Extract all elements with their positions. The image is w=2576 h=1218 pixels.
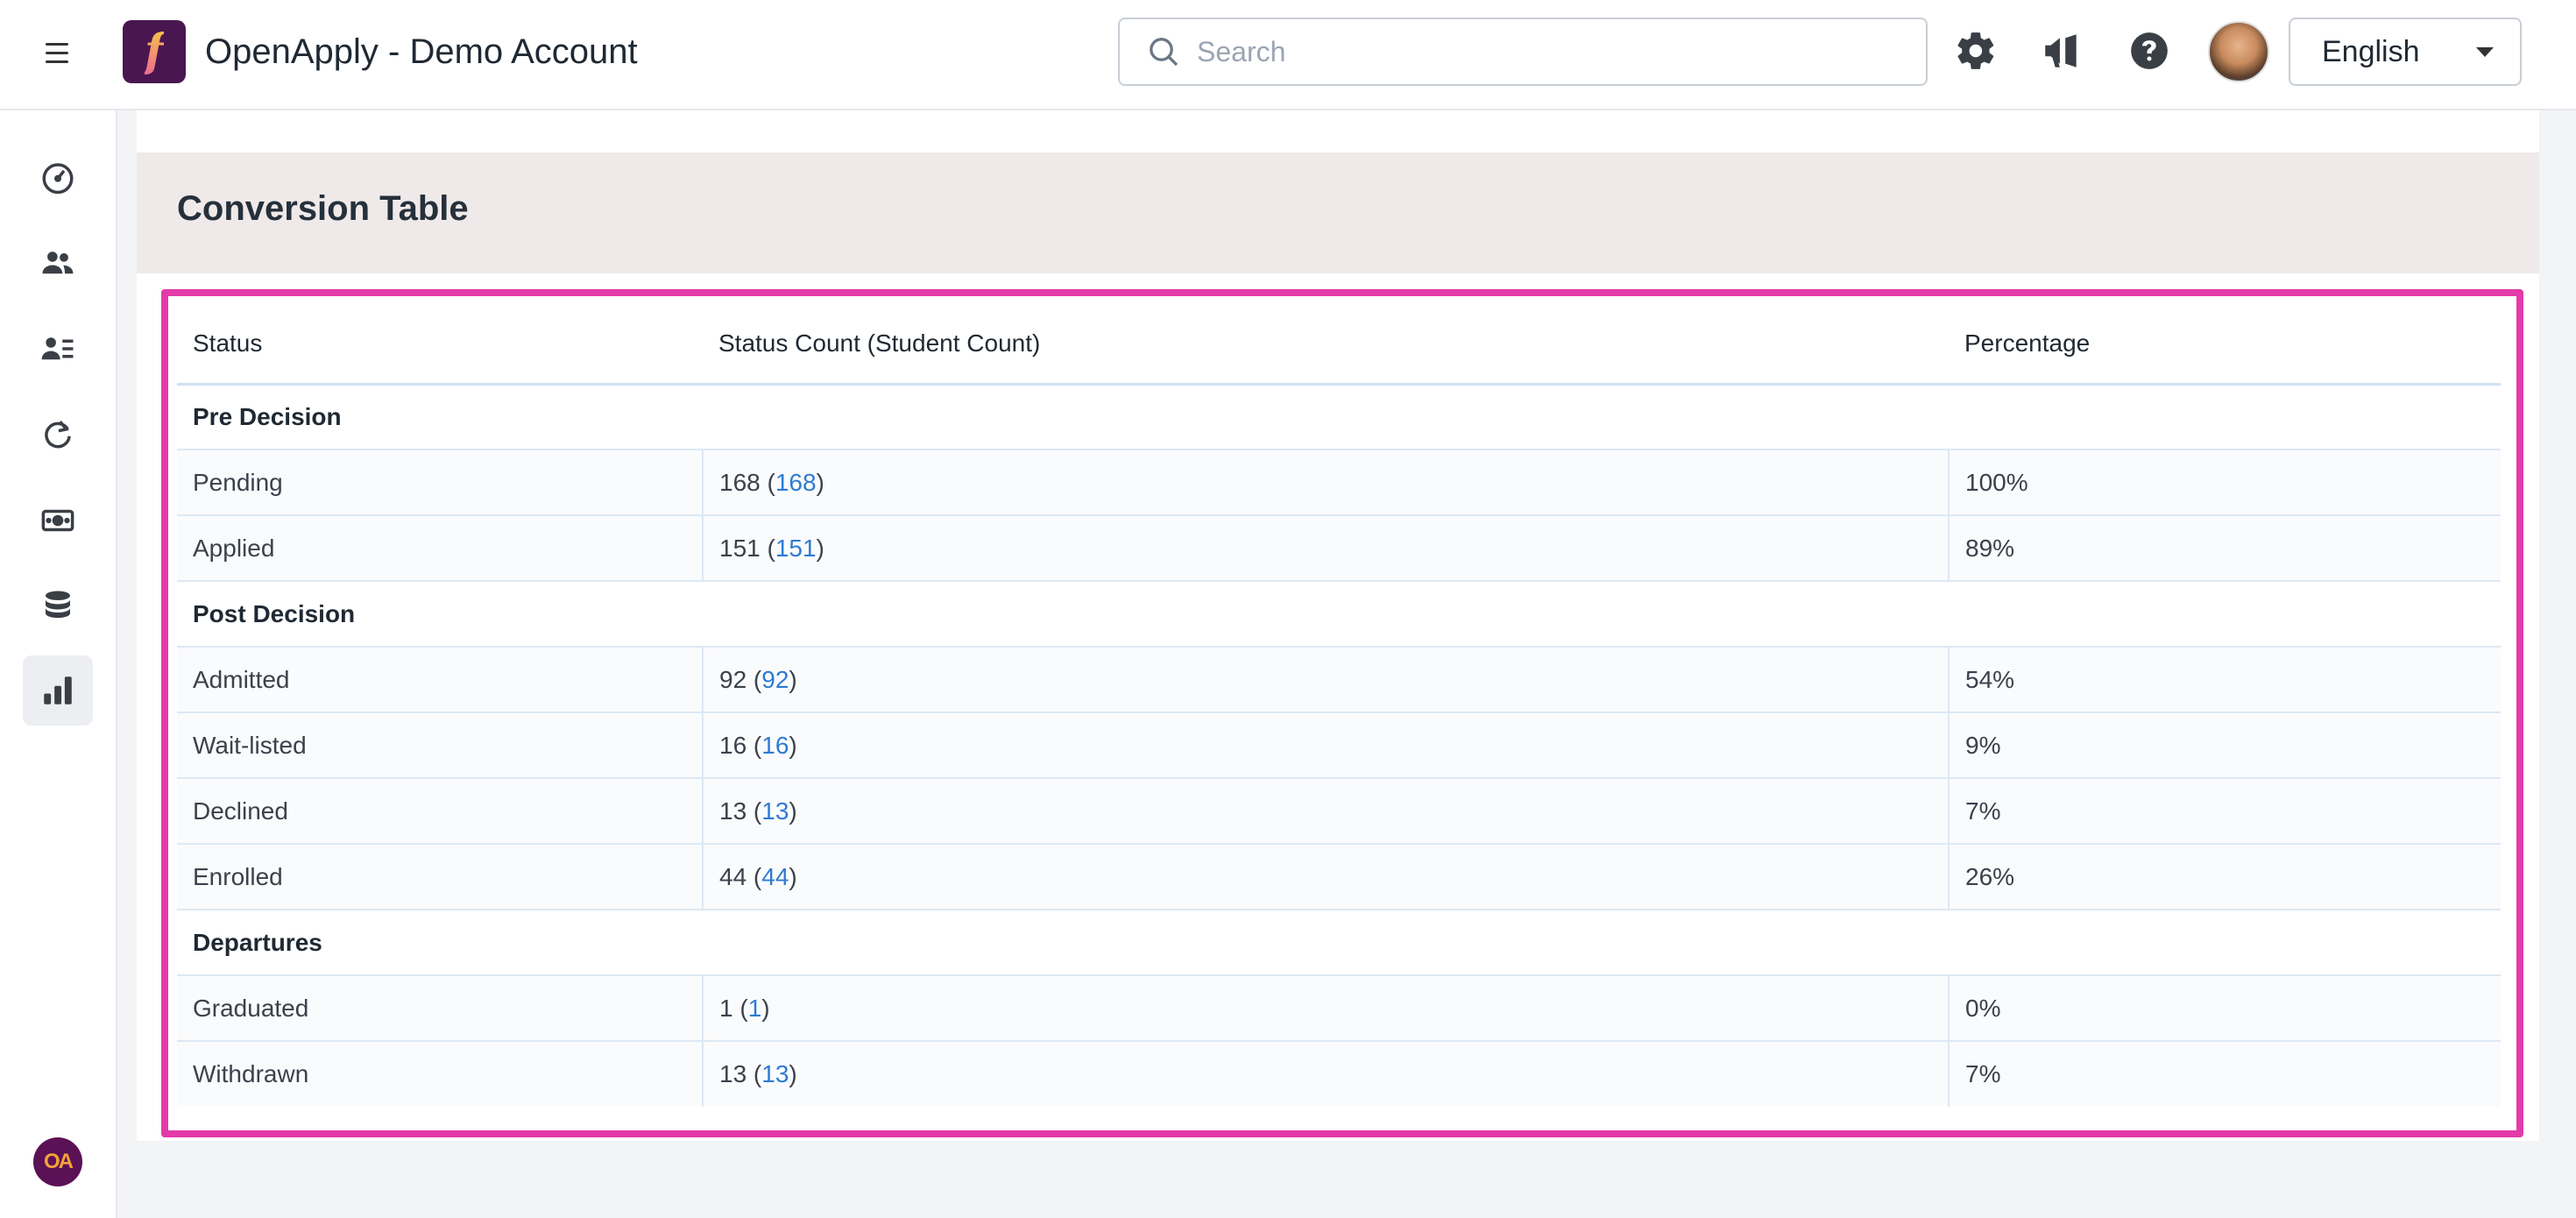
sidebar-item-database[interactable] — [23, 571, 93, 641]
percentage-cell: 7% — [1948, 778, 2501, 845]
count-cell: 13 (13) — [702, 778, 1949, 845]
panel-title: Conversion Table — [177, 189, 469, 228]
sidebar-item-people[interactable] — [23, 228, 93, 298]
percentage-cell: 54% — [1948, 647, 2501, 713]
count-cell: 13 (13) — [702, 1041, 1949, 1107]
status-cell: Pending — [177, 450, 703, 516]
group-row: Departures — [177, 910, 2501, 976]
menu-toggle-icon[interactable] — [46, 37, 77, 68]
sidebar-nav: OA — [0, 110, 117, 1218]
conversion-table: Status Status Count (Student Count) Perc… — [177, 305, 2501, 1107]
status-cell: Graduated — [177, 975, 703, 1042]
language-select[interactable]: English — [2289, 18, 2522, 86]
student-count-link[interactable]: 1 — [748, 995, 762, 1022]
percentage-cell: 100% — [1948, 450, 2501, 516]
percentage-cell: 7% — [1948, 1041, 2501, 1107]
app-title: OpenApply - Demo Account — [205, 32, 638, 71]
payments-icon — [41, 509, 74, 532]
sidebar-item-dashboard[interactable] — [23, 142, 93, 212]
table-row: Pending 168 (168) 100% — [177, 450, 2501, 516]
users-icon — [42, 251, 74, 274]
table-row: Enrolled 44 (44) 26% — [177, 844, 2501, 910]
student-count-link[interactable]: 13 — [761, 1060, 789, 1087]
settings-gear-icon[interactable] — [1954, 29, 1998, 73]
group-label: Departures — [177, 910, 2501, 976]
table-row: Declined 13 (13) 7% — [177, 778, 2501, 845]
group-row: Pre Decision — [177, 384, 2501, 450]
reports-chart-icon — [44, 676, 72, 705]
conversion-panel: Conversion Table Status Status Count (St… — [137, 110, 2539, 1141]
column-header-count[interactable]: Status Count (Student Count) — [703, 305, 1949, 386]
status-cell: Wait-listed — [177, 712, 703, 779]
status-cell: Applied — [177, 515, 703, 582]
percentage-cell: 0% — [1948, 975, 2501, 1042]
group-label: Post Decision — [177, 581, 2501, 648]
table-row: Applied 151 (151) 89% — [177, 515, 2501, 582]
group-row: Post Decision — [177, 581, 2501, 648]
sidebar-item-students[interactable] — [23, 314, 93, 384]
database-icon — [46, 591, 70, 619]
count-cell: 168 (168) — [702, 450, 1949, 516]
count-cell: 16 (16) — [702, 712, 1949, 779]
group-label: Pre Decision — [177, 384, 2501, 450]
table-header-row: Status Status Count (Student Count) Perc… — [177, 305, 2501, 386]
sidebar-item-reports[interactable] — [23, 655, 93, 726]
openapply-badge[interactable]: OA — [33, 1137, 82, 1186]
search-input[interactable] — [1197, 35, 1915, 68]
panel-header: Conversion Table — [137, 152, 2539, 273]
user-avatar[interactable] — [2208, 21, 2269, 82]
count-cell: 151 (151) — [702, 515, 1949, 582]
status-cell: Admitted — [177, 647, 703, 713]
refresh-icon — [45, 421, 71, 449]
percentage-cell: 26% — [1948, 844, 2501, 910]
app-logo[interactable]: f — [123, 20, 186, 83]
chevron-down-icon — [2476, 46, 2494, 57]
table-row: Withdrawn 13 (13) 7% — [177, 1041, 2501, 1107]
search-box[interactable] — [1118, 18, 1928, 86]
percentage-cell: 9% — [1948, 712, 2501, 779]
student-count-link[interactable]: 92 — [761, 666, 789, 693]
table-row: Wait-listed 16 (16) 9% — [177, 712, 2501, 779]
language-select-value: English — [2322, 34, 2420, 68]
top-header: f OpenApply - Demo Account English — [0, 0, 2576, 110]
student-count-link[interactable]: 151 — [775, 535, 817, 562]
student-list-icon — [41, 337, 74, 360]
search-icon — [1150, 38, 1178, 67]
count-cell: 92 (92) — [702, 647, 1949, 713]
dashboard-gauge-icon — [42, 163, 74, 195]
student-count-link[interactable]: 16 — [761, 732, 789, 759]
sidebar-item-reenrollment[interactable] — [23, 400, 93, 470]
student-count-link[interactable]: 168 — [775, 469, 817, 496]
announcements-megaphone-icon[interactable] — [2040, 29, 2084, 73]
status-cell: Withdrawn — [177, 1041, 703, 1107]
table-row: Admitted 92 (92) 54% — [177, 647, 2501, 713]
percentage-cell: 89% — [1948, 515, 2501, 582]
sidebar-item-payments[interactable] — [23, 485, 93, 556]
status-cell: Declined — [177, 778, 703, 845]
column-header-status[interactable]: Status — [177, 305, 703, 386]
column-header-percentage[interactable]: Percentage — [1949, 305, 2501, 386]
status-cell: Enrolled — [177, 844, 703, 910]
student-count-link[interactable]: 13 — [761, 797, 789, 825]
student-count-link[interactable]: 44 — [761, 863, 789, 890]
table-row: Graduated 1 (1) 0% — [177, 975, 2501, 1042]
help-question-icon[interactable] — [2127, 29, 2171, 73]
count-cell: 1 (1) — [702, 975, 1949, 1042]
count-cell: 44 (44) — [702, 844, 1949, 910]
